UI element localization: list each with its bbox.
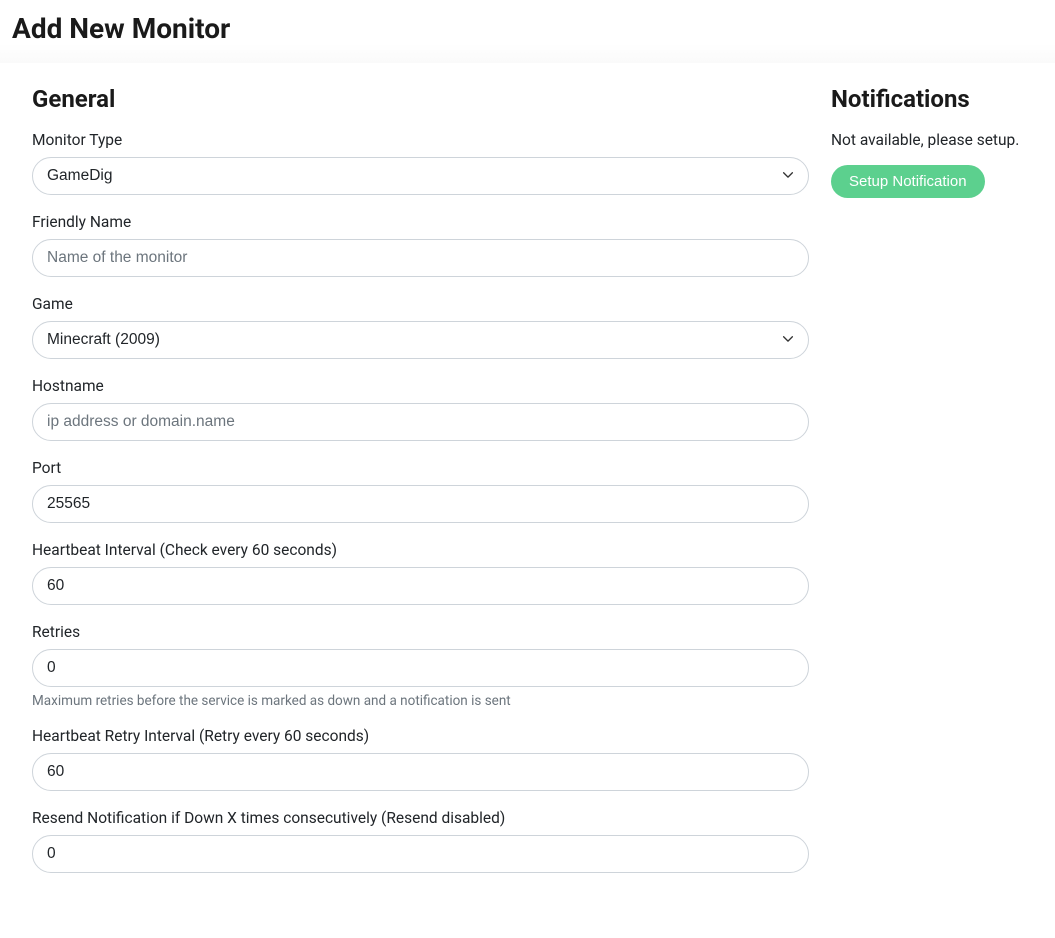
resend-group: Resend Notification if Down X times cons…	[32, 809, 809, 873]
retries-help-text: Maximum retries before the service is ma…	[32, 693, 809, 709]
game-select[interactable]: Minecraft (2009)	[32, 321, 809, 359]
retries-group: Retries Maximum retries before the servi…	[32, 623, 809, 709]
notifications-section-title: Notifications	[831, 85, 1023, 113]
retry-interval-group: Heartbeat Retry Interval (Retry every 60…	[32, 727, 809, 791]
friendly-name-group: Friendly Name	[32, 213, 809, 277]
setup-notification-button[interactable]: Setup Notification	[831, 165, 985, 198]
friendly-name-label: Friendly Name	[32, 213, 809, 231]
form-card: General Monitor Type GameDig Friendly Na…	[10, 63, 1045, 901]
notifications-status-text: Not available, please setup.	[831, 131, 1023, 149]
notifications-section: Notifications Not available, please setu…	[831, 85, 1023, 198]
retry-interval-input[interactable]	[32, 753, 809, 791]
retry-interval-label: Heartbeat Retry Interval (Retry every 60…	[32, 727, 809, 745]
monitor-type-group: Monitor Type GameDig	[32, 131, 809, 195]
page-title: Add New Monitor	[12, 12, 1043, 45]
port-label: Port	[32, 459, 809, 477]
heartbeat-interval-input[interactable]	[32, 567, 809, 605]
port-input[interactable]	[32, 485, 809, 523]
hostname-group: Hostname	[32, 377, 809, 441]
friendly-name-input[interactable]	[32, 239, 809, 277]
resend-label: Resend Notification if Down X times cons…	[32, 809, 809, 827]
general-section-title: General	[32, 85, 809, 113]
general-section: General Monitor Type GameDig Friendly Na…	[32, 85, 809, 891]
heartbeat-interval-group: Heartbeat Interval (Check every 60 secon…	[32, 541, 809, 605]
resend-input[interactable]	[32, 835, 809, 873]
retries-input[interactable]	[32, 649, 809, 687]
monitor-type-label: Monitor Type	[32, 131, 809, 149]
page-header: Add New Monitor	[0, 0, 1055, 63]
game-label: Game	[32, 295, 809, 313]
monitor-type-select[interactable]: GameDig	[32, 157, 809, 195]
retries-label: Retries	[32, 623, 809, 641]
heartbeat-interval-label: Heartbeat Interval (Check every 60 secon…	[32, 541, 809, 559]
game-group: Game Minecraft (2009)	[32, 295, 809, 359]
hostname-label: Hostname	[32, 377, 809, 395]
port-group: Port	[32, 459, 809, 523]
hostname-input[interactable]	[32, 403, 809, 441]
